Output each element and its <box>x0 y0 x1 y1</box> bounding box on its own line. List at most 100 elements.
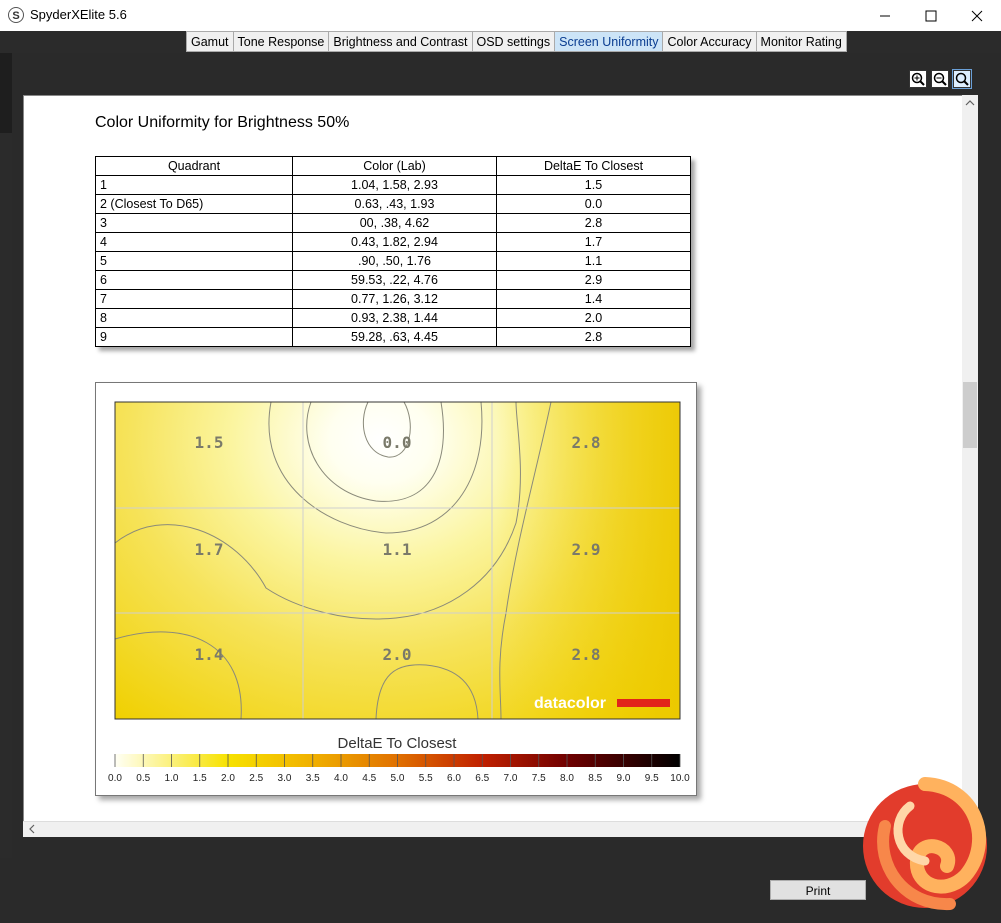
window-title: SpyderXElite 5.6 <box>30 7 127 22</box>
magnifier-icon <box>955 72 969 86</box>
close-icon <box>971 10 983 21</box>
quadrant-cell: 5 <box>95 251 293 271</box>
quadrant-cell: 8 <box>95 308 293 328</box>
colorbar-tick-label: 4.0 <box>334 773 348 784</box>
vertical-scrollbar[interactable] <box>962 95 978 837</box>
quadrant-cell: 3 <box>95 213 293 233</box>
zoom-in-icon <box>911 72 925 86</box>
tab-bar: Gamut Tone Response Brightness and Contr… <box>186 31 847 52</box>
colorbar-tick-label: 5.0 <box>391 773 405 784</box>
deltae-cell: 2.8 <box>496 327 691 347</box>
colorbar-tick-label: 0.0 <box>108 773 122 784</box>
table-row: 7 0.77, 1.26, 3.12 1.4 <box>95 289 691 309</box>
tab-screen-uniformity[interactable]: Screen Uniformity <box>555 31 664 52</box>
lab-cell: 00, .38, 4.62 <box>292 213 497 233</box>
deltae-cell: 2.0 <box>496 308 691 328</box>
maximize-icon <box>925 10 937 21</box>
scroll-left-icon[interactable] <box>25 822 39 836</box>
colorbar-tick-label: 2.5 <box>249 773 263 784</box>
close-button[interactable] <box>954 0 1000 31</box>
quadrant-value-5: 1.1 <box>383 540 412 559</box>
table-row: 3 00, .38, 4.62 2.8 <box>95 213 691 233</box>
lab-cell: 59.53, .22, 4.76 <box>292 270 497 290</box>
lab-cell: 59.28, .63, 4.45 <box>292 327 497 347</box>
report-title: Color Uniformity for Brightness 50% <box>95 114 350 131</box>
quadrant-cell: 2 (Closest To D65) <box>95 194 293 214</box>
lab-cell: 0.77, 1.26, 3.12 <box>292 289 497 309</box>
tab-tone-response[interactable]: Tone Response <box>233 31 330 52</box>
tab-monitor-rating[interactable]: Monitor Rating <box>756 31 847 52</box>
colorbar-tick-label: 2.0 <box>221 773 235 784</box>
quadrant-value-3: 2.8 <box>572 433 601 452</box>
deltae-cell: 2.8 <box>496 213 691 233</box>
tab-brightness-contrast[interactable]: Brightness and Contrast <box>329 31 473 52</box>
colorbar-tick-label: 9.5 <box>645 773 659 784</box>
uniformity-chart: 1.5 0.0 2.8 1.7 1.1 2.9 1.4 2.0 2.8 data… <box>95 382 697 796</box>
quadrant-value-8: 2.0 <box>383 645 412 664</box>
deltae-cell: 1.7 <box>496 232 691 252</box>
zoom-out-button[interactable] <box>931 70 949 88</box>
quadrant-cell: 6 <box>95 270 293 290</box>
lab-cell: 0.43, 1.82, 2.94 <box>292 232 497 252</box>
print-button[interactable]: Print <box>770 880 866 900</box>
colorbar-tick-label: 5.5 <box>419 773 433 784</box>
heatmap-plot: 1.5 0.0 2.8 1.7 1.1 2.9 1.4 2.0 2.8 data… <box>114 401 681 720</box>
scroll-up-icon[interactable] <box>962 96 978 110</box>
colorbar-tick-label: 6.0 <box>447 773 461 784</box>
colorbar-tick-label: 10.0 <box>670 773 690 784</box>
quadrant-value-4: 1.7 <box>195 540 224 559</box>
uniformity-table: Quadrant Color (Lab) DeltaE To Closest 1… <box>95 156 691 347</box>
colorbar-tick-label: 4.5 <box>362 773 376 784</box>
minimize-icon <box>880 15 890 16</box>
app-icon: S <box>8 7 24 23</box>
deltae-cell: 0.0 <box>496 194 691 214</box>
deltae-cell: 1.1 <box>496 251 691 271</box>
table-row: 5.90, .50, 1.76 1.1 <box>95 251 691 271</box>
quadrant-value-6: 2.9 <box>572 540 601 559</box>
lab-cell: 1.04, 1.58, 2.93 <box>292 175 497 195</box>
column-header-quadrant: Quadrant <box>95 156 293 176</box>
datacolor-logo: datacolor <box>534 695 606 712</box>
deltae-cell: 1.4 <box>496 289 691 309</box>
maximize-button[interactable] <box>908 0 954 31</box>
title-bar: S SpyderXElite 5.6 <box>0 0 1001 31</box>
zoom-toolbar <box>909 69 972 89</box>
lab-cell: 0.93, 2.38, 1.44 <box>292 308 497 328</box>
table-row: 8 0.93, 2.38, 1.44 2.0 <box>95 308 691 328</box>
left-edge <box>0 53 12 133</box>
colorbar-tick-label: 7.0 <box>504 773 518 784</box>
quadrant-value-2: 0.0 <box>383 433 412 452</box>
tab-osd-settings[interactable]: OSD settings <box>472 31 556 52</box>
colorbar-tick-label: 7.5 <box>532 773 546 784</box>
zoom-fit-button[interactable] <box>952 69 972 89</box>
table-row: 4 0.43, 1.82, 2.94 1.7 <box>95 232 691 252</box>
deltae-cell: 1.5 <box>496 175 691 195</box>
zoom-in-button[interactable] <box>909 70 927 88</box>
colorbar-tick-label: 3.5 <box>306 773 320 784</box>
colorbar-tick-label: 8.5 <box>588 773 602 784</box>
quadrant-value-1: 1.5 <box>195 433 224 452</box>
zoom-out-icon <box>933 72 947 86</box>
vertical-scroll-thumb[interactable] <box>963 382 977 448</box>
table-row: 2 (Closest To D65) 0.63, .43, 1.93 0.0 <box>95 194 691 214</box>
colorbar-tick-label: 9.0 <box>617 773 631 784</box>
colorbar-tick-label: 3.0 <box>278 773 292 784</box>
quadrant-value-9: 2.8 <box>572 645 601 664</box>
colorbar-tick-label: 1.0 <box>165 773 179 784</box>
quadrant-cell: 4 <box>95 232 293 252</box>
site-logo-badge <box>863 777 987 911</box>
quadrant-value-7: 1.4 <box>195 645 224 664</box>
table-row: 1 1.04, 1.58, 2.93 1.5 <box>95 175 691 195</box>
minimize-button[interactable] <box>862 0 908 31</box>
horizontal-scrollbar[interactable] <box>23 821 962 837</box>
quadrant-cell: 9 <box>95 327 293 347</box>
table-row: 9 59.28, .63, 4.45 2.8 <box>95 327 691 347</box>
colorbar-tick-label: 6.5 <box>475 773 489 784</box>
datacolor-logo-bar <box>617 699 670 707</box>
colorbar-tick-label: 8.0 <box>560 773 574 784</box>
colorbar-title: DeltaE To Closest <box>338 735 458 752</box>
tab-gamut[interactable]: Gamut <box>186 31 234 52</box>
tab-color-accuracy[interactable]: Color Accuracy <box>663 31 757 52</box>
quadrant-cell: 1 <box>95 175 293 195</box>
colorbar-tick-label: 1.5 <box>193 773 207 784</box>
